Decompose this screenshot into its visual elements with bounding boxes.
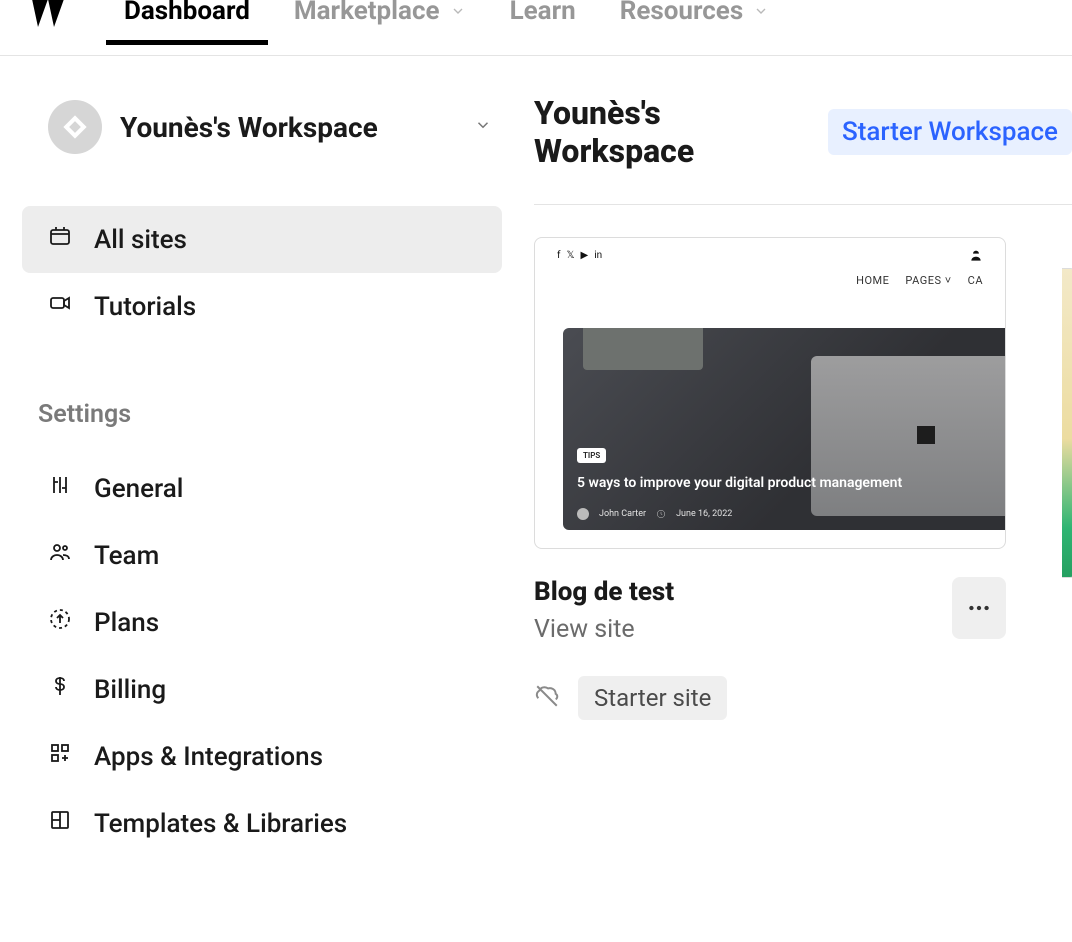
unpublished-icon	[534, 683, 560, 713]
nav-learn[interactable]: Learn	[510, 0, 576, 44]
sliders-icon	[48, 473, 72, 504]
video-icon	[48, 291, 72, 322]
nav-label: Resources	[620, 0, 744, 26]
thumb-logo-icon	[969, 248, 983, 262]
thumb-hero: TIPS 5 ways to improve your digital prod…	[563, 328, 1006, 530]
thumb-headline: 5 ways to improve your digital product m…	[577, 474, 1006, 493]
avatar-icon	[577, 508, 589, 520]
sidebar-item-label: Billing	[94, 675, 166, 705]
site-thumbnail[interactable]: f𝕏▶in HOME PAGES ˅ CA TIPS 5	[534, 237, 1006, 549]
sidebar-item-templates[interactable]: Templates & Libraries	[22, 790, 502, 857]
sidebar-item-label: Apps & Integrations	[94, 742, 323, 772]
nav-label: Marketplace	[294, 0, 440, 26]
view-site-link[interactable]: View site	[534, 615, 674, 644]
sidebar-item-billing[interactable]: Billing	[22, 656, 502, 723]
sidebar-item-label: Plans	[94, 608, 159, 638]
nav-label: Dashboard	[124, 0, 250, 26]
page-title: Younès's Workspace	[534, 94, 810, 170]
chevron-down-icon	[474, 116, 492, 138]
nav-dashboard[interactable]: Dashboard	[124, 0, 250, 44]
logo[interactable]	[28, 0, 68, 33]
thumb-social-icons: f𝕏▶in	[557, 250, 602, 261]
workspace-switcher[interactable]: Younès's Workspace	[22, 94, 502, 160]
thumb-meta: John Carter June 16, 2022	[577, 508, 732, 520]
chevron-down-icon	[450, 0, 466, 26]
nav-label: Learn	[510, 0, 576, 26]
thumb-nav-item: CA	[968, 274, 983, 287]
sidebar-item-label: All sites	[94, 225, 187, 255]
site-card: f𝕏▶in HOME PAGES ˅ CA TIPS 5	[534, 237, 1006, 720]
sidebar-item-all-sites[interactable]: All sites	[22, 206, 502, 273]
workspace-avatar	[48, 100, 102, 154]
thumb-nav-item: HOME	[856, 274, 889, 287]
browser-icon	[48, 224, 72, 255]
upload-circle-icon	[48, 607, 72, 638]
site-more-button[interactable]	[952, 577, 1006, 639]
thumb-nav-item: PAGES ˅	[905, 274, 951, 287]
sidebar-item-label: Tutorials	[94, 292, 196, 322]
workspace-name: Younès's Workspace	[120, 111, 456, 144]
main: Younès's Workspace Starter Workspace f𝕏▶…	[520, 56, 1072, 857]
sidebar-item-tutorials[interactable]: Tutorials	[22, 273, 502, 340]
sidebar-item-apps[interactable]: Apps & Integrations	[22, 723, 502, 790]
settings-heading: Settings	[22, 388, 502, 455]
dollar-icon	[48, 674, 72, 705]
site-grid: f𝕏▶in HOME PAGES ˅ CA TIPS 5	[534, 205, 1072, 720]
nav-marketplace[interactable]: Marketplace	[294, 0, 466, 44]
chevron-down-icon	[753, 0, 769, 26]
thumb-date: June 16, 2022	[676, 509, 732, 519]
sidebar: Younès's Workspace All sites Tutorials S…	[0, 56, 520, 857]
site-status-pill: Starter site	[578, 676, 727, 720]
top-nav: Dashboard Marketplace Learn Resources	[0, 0, 1072, 56]
thumb-author: John Carter	[599, 509, 646, 519]
apps-icon	[48, 741, 72, 772]
sidebar-item-team[interactable]: Team	[22, 522, 502, 589]
sidebar-item-label: Team	[94, 541, 159, 571]
thumb-tag: TIPS	[577, 448, 606, 463]
nav-resources[interactable]: Resources	[620, 0, 770, 44]
sidebar-item-label: Templates & Libraries	[94, 809, 347, 839]
adjacent-card-peek[interactable]	[1062, 268, 1072, 578]
people-icon	[48, 540, 72, 571]
thumb-nav: HOME PAGES ˅ CA	[535, 266, 1005, 297]
sidebar-item-label: General	[94, 474, 183, 504]
sidebar-item-general[interactable]: General	[22, 455, 502, 522]
layout-icon	[48, 808, 72, 839]
sidebar-item-plans[interactable]: Plans	[22, 589, 502, 656]
main-header: Younès's Workspace Starter Workspace	[534, 94, 1072, 205]
plan-badge[interactable]: Starter Workspace	[828, 109, 1072, 155]
site-name: Blog de test	[534, 577, 674, 607]
